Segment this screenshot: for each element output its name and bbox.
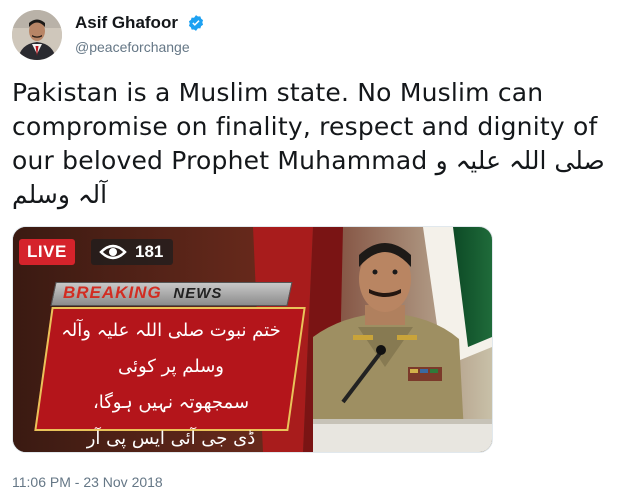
tweet-text: Pakistan is a Muslim state. No Muslim ca…: [12, 76, 628, 212]
live-badge: LIVE: [19, 239, 75, 265]
user-handle[interactable]: @peaceforchange: [75, 39, 205, 55]
media-image[interactable]: LIVE 181 BREAKING NEWS ختم نبوت صلی اللہ…: [12, 226, 493, 453]
view-count: 181: [91, 239, 174, 265]
display-name[interactable]: Asif Ghafoor: [75, 13, 178, 33]
urdu-caption: ختم نبوت صلی اللہ علیہ وآلہ وسلم پر کوئی…: [55, 313, 287, 452]
tweet-timestamp[interactable]: 11:06 PM - 23 Nov 2018: [12, 474, 163, 490]
eye-icon: [99, 244, 127, 260]
avatar[interactable]: [12, 10, 62, 60]
urdu-line-2: سمجھوتہ نہیں ہوگا،: [92, 392, 250, 413]
breaking-label: BREAKING: [63, 283, 162, 302]
urdu-line-3: ڈی جی آئی ایس پی آر: [86, 428, 256, 449]
view-count-value: 181: [135, 242, 164, 261]
urdu-line-1: ختم نبوت صلی اللہ علیہ وآلہ وسلم پر کوئی: [61, 320, 281, 377]
news-label: NEWS: [173, 285, 223, 302]
verified-badge-icon: [188, 14, 204, 31]
tweet-header: Asif Ghafoor @peaceforchange: [12, 10, 612, 60]
breaking-news-label: BREAKING NEWS: [63, 282, 222, 304]
